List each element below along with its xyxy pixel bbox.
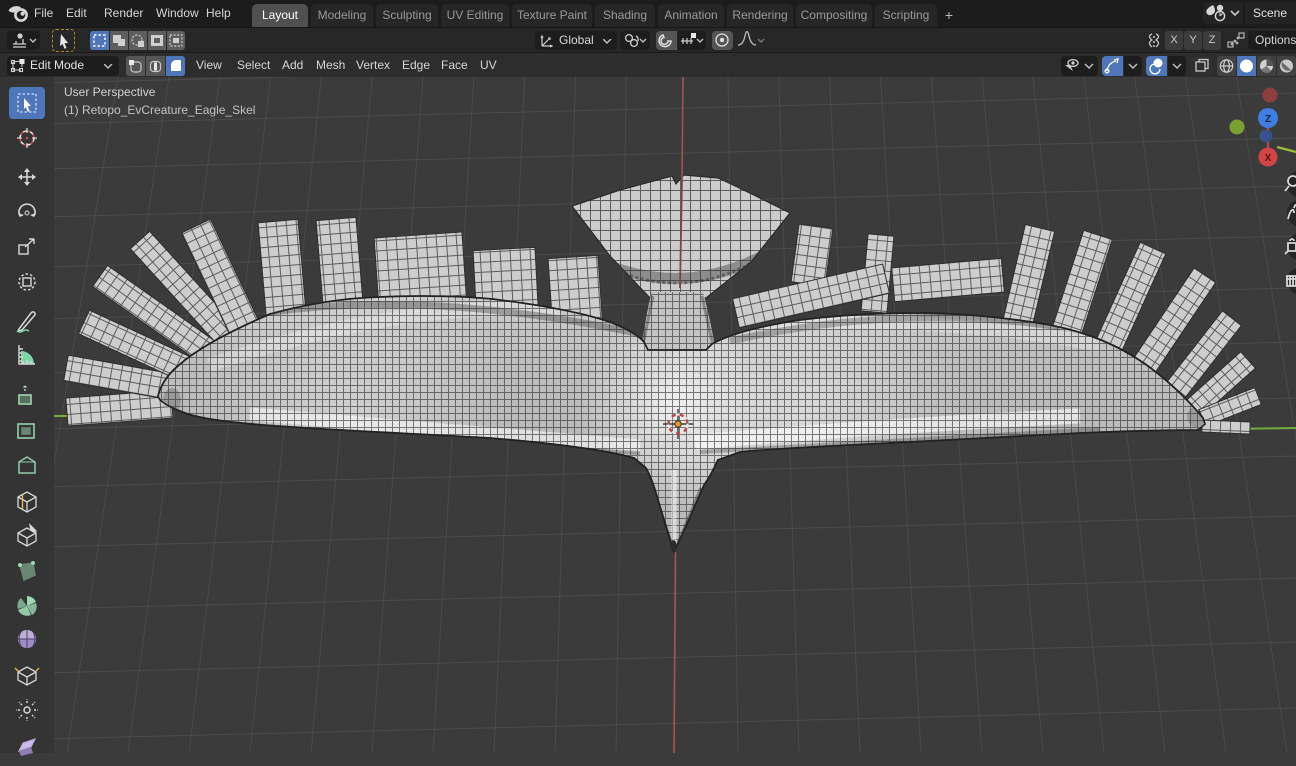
svg-text:X: X <box>1265 153 1272 164</box>
svg-text:Z: Z <box>1265 114 1271 125</box>
